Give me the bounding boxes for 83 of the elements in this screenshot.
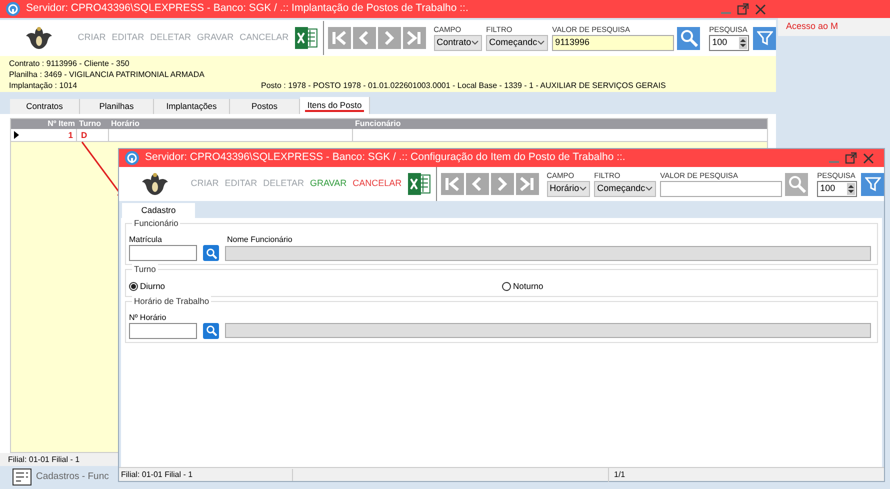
spinner-arrows-icon (847, 183, 856, 195)
chevron-down-icon (645, 186, 654, 192)
radio-label: Diurno (140, 280, 166, 293)
radio-button[interactable] (129, 282, 138, 291)
action-button[interactable]: CANCELAR (352, 177, 402, 191)
filter-button[interactable] (753, 26, 776, 50)
search-icon (788, 175, 806, 193)
tab[interactable]: Planilhas (80, 99, 154, 114)
close-icon (863, 152, 874, 164)
search-button[interactable] (203, 322, 219, 339)
dropdown[interactable]: Contrato (434, 35, 482, 51)
app-logo-icon (125, 151, 139, 165)
search-field[interactable] (660, 181, 782, 197)
form-list-icon (12, 468, 32, 486)
dropdown[interactable]: Horário (546, 181, 590, 197)
search-button[interactable] (203, 245, 219, 261)
number-spinner[interactable]: 100 (709, 35, 750, 51)
dropdown[interactable]: Começandc (486, 35, 548, 51)
tab[interactable]: Contratos (10, 99, 80, 114)
group-legend: Horário de Trabalho (132, 296, 212, 307)
table-cell: 1 (21, 129, 77, 141)
table-cell: D (77, 129, 109, 141)
action-button[interactable]: GRAVAR (310, 177, 347, 191)
status-text: Filial: 01-01 Filial - 1 (8, 454, 80, 466)
field-label: Nome Funcionário (227, 234, 292, 245)
group-legend: Funcionário (132, 218, 180, 229)
window-title: Servidor: CPRO43396\SQLEXPRESS - Banco: SGK / .:: Configuração do Item do Posto de Trabalho ::. (145, 150, 626, 166)
spreadsheet-icon (294, 26, 318, 50)
last-record-button[interactable] (402, 27, 426, 49)
first-record-button[interactable] (328, 27, 351, 49)
eagle-emblem-icon (140, 170, 169, 198)
restore-icon (845, 152, 857, 164)
window-title: Servidor: CPRO43396\SQLEXPRESS - Banco: SGK / .:: Implantação de Postos de Trabalho ::. (26, 1, 470, 16)
column-header: Horário (110, 119, 140, 129)
number-spinner[interactable]: 100 (817, 181, 858, 197)
search-icon (680, 29, 698, 47)
tab[interactable]: Cadastro (122, 203, 195, 218)
search-icon (206, 325, 216, 336)
group-legend: Turno (132, 264, 158, 275)
input-field[interactable] (129, 322, 197, 339)
chevron-down-icon (471, 40, 480, 46)
minimize-icon (829, 161, 839, 163)
previous-button[interactable] (466, 173, 489, 195)
field-label: Matrícula (129, 234, 163, 245)
input-field[interactable] (129, 245, 197, 261)
search-button[interactable] (677, 26, 700, 50)
filter-icon (864, 176, 881, 192)
next-button[interactable] (378, 27, 401, 49)
tab[interactable]: Postos (230, 99, 300, 114)
app-logo-icon (6, 2, 20, 16)
next-button[interactable] (490, 173, 514, 195)
last-record-button[interactable] (516, 173, 539, 195)
status-text: 1/1 (613, 468, 626, 480)
filter-icon (756, 30, 773, 46)
info-text: Implantação : 1014 (9, 80, 78, 91)
taskbar-item[interactable]: Cadastros - Func (36, 470, 109, 484)
search-field[interactable]: 9113996 (552, 35, 674, 51)
column-header: Funcionário (354, 119, 402, 129)
eagle-emblem-icon (24, 24, 53, 52)
close-icon (755, 4, 766, 14)
chevron-down-icon (579, 186, 588, 192)
spreadsheet-icon (406, 172, 431, 196)
restore-icon (737, 3, 749, 15)
spinner-arrows-icon (739, 37, 748, 49)
search-icon (206, 248, 216, 258)
info-text: Posto : 1978 - POSTO 1978 - 01.01.022601003.0001 - Local Base - 1339 - 1 - AUXILIAR DE SERVIÇOS GERAIS (261, 80, 666, 91)
column-header: Turno (78, 119, 102, 129)
dropdown[interactable]: Começandc (594, 181, 656, 197)
search-button[interactable] (785, 172, 808, 196)
minimize-icon (721, 12, 731, 14)
tab[interactable]: Implantações (154, 99, 230, 114)
chevron-down-icon (537, 40, 546, 46)
tab[interactable]: Itens do Posto (300, 97, 370, 114)
info-text: Planilha : 3469 - VIGILANCIA PATRIMONIAL ARMADA (9, 69, 204, 80)
first-record-button[interactable] (440, 173, 464, 195)
field-label: Nº Horário (129, 312, 168, 323)
radio-button[interactable] (502, 282, 511, 291)
filter-button[interactable] (861, 172, 884, 196)
radio-label: Noturno (513, 280, 544, 293)
column-header: Nº Item (46, 119, 76, 129)
status-text: Filial: 01-01 Filial - 1 (119, 468, 293, 480)
previous-button[interactable] (352, 27, 376, 49)
info-text: Contrato : 9113996 - Cliente - 350 (9, 58, 130, 69)
